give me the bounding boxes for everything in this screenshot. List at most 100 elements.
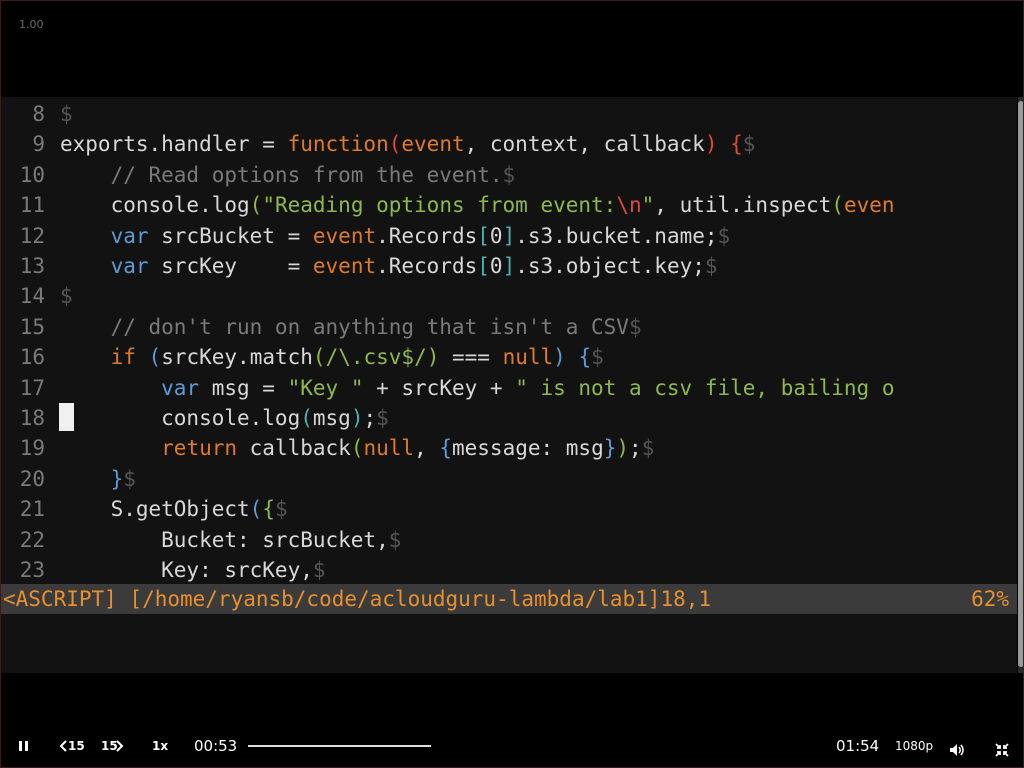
code-token: ]: [502, 254, 516, 278]
eol-marker: $: [312, 558, 326, 582]
text-cursor: [59, 403, 74, 431]
code-token: (: [350, 436, 364, 461]
line-number: 10: [19, 162, 45, 187]
terminal-scrollbar[interactable]: [1018, 97, 1023, 673]
code-token: ): [350, 406, 364, 430]
line-source: $: [60, 284, 73, 308]
code-token: {: [262, 497, 275, 522]
line-number: 20: [19, 466, 45, 491]
eol-marker: $: [591, 345, 604, 370]
code-token: msg: [312, 406, 351, 430]
pause-icon[interactable]: [19, 741, 29, 751]
code-token: function: [287, 132, 389, 157]
line-source: var srcBucket = event.Records[0].s3.buck…: [60, 223, 731, 248]
volume-icon[interactable]: [949, 739, 965, 761]
line-source: Key: srcKey,$: [60, 558, 326, 582]
line-number: 13: [19, 254, 45, 278]
code-token: .Records: [376, 223, 478, 248]
quality-button[interactable]: 1080p: [895, 735, 933, 757]
code-line: 20 }$: [1, 464, 1017, 494]
code-line: 12 var srcBucket = event.Records[0].s3.b…: [1, 221, 1017, 251]
eol-marker: $: [704, 254, 718, 278]
code-line: 14 $: [1, 281, 1017, 311]
code-token: (: [312, 345, 326, 370]
total-time: 01:54: [836, 737, 880, 755]
line-number: 16: [19, 345, 45, 370]
rewind-label: 15: [68, 739, 85, 753]
eol-marker: $: [717, 223, 731, 248]
line-number: 8: [32, 102, 45, 126]
code-token: ): [704, 132, 718, 157]
code-token: + srcKey +: [363, 375, 516, 400]
line-source: $: [60, 102, 73, 126]
code-token: }: [603, 436, 617, 461]
line-number: 17: [19, 375, 45, 400]
line-source: console.log("Reading options from event:…: [60, 193, 895, 217]
code-line: 15 // don't run on anything that isn't a…: [1, 312, 1017, 342]
line-number: 21: [19, 497, 45, 522]
code-token: Key: srcKey,: [60, 558, 313, 582]
rewind-15-icon: [59, 740, 67, 752]
code-token: ;: [363, 406, 377, 430]
code-token: .Records: [376, 254, 478, 278]
code-token: (: [300, 406, 313, 430]
statusline-percent: 62%: [971, 587, 1009, 611]
code-token: , context, callback: [464, 132, 705, 157]
code-token: {: [439, 436, 452, 461]
code-token: [: [477, 254, 490, 278]
code-token: // don't run on anything that isn't a CS…: [60, 314, 629, 339]
code-token: console.log: [60, 406, 301, 430]
code-token: srcBucket =: [148, 223, 313, 248]
playback-speed-button[interactable]: 1x: [152, 735, 168, 757]
code-token: "Key ": [287, 375, 364, 400]
code-token: (: [831, 193, 844, 218]
code-token: ;: [629, 436, 642, 461]
eol-marker: $: [742, 132, 756, 157]
line-source: Bucket: srcBucket,$: [60, 528, 401, 552]
code-token: [: [477, 223, 490, 248]
eol-marker: $: [123, 466, 136, 491]
code-token: (: [249, 497, 263, 522]
code-token: " is not a csv file, bailing o: [515, 375, 895, 400]
code-token: Bucket: srcBucket,: [60, 527, 389, 552]
code-token: console.log: [60, 193, 250, 218]
code-token: 0: [489, 223, 503, 248]
code-line: 8 $: [1, 99, 1017, 129]
code-token: ): [553, 345, 566, 370]
scrollbar-thumb[interactable]: [1018, 101, 1023, 667]
code-token: .s3.object.key;: [515, 254, 705, 278]
progress-fill: [248, 745, 431, 747]
code-token: ): [616, 436, 630, 461]
progress-bar[interactable]: [248, 745, 431, 747]
code-token: event: [312, 223, 377, 248]
line-number: 22: [19, 527, 45, 552]
code-token: // Read options from the event.: [60, 162, 503, 187]
code-token: callback: [237, 436, 351, 461]
eol-marker: $: [641, 436, 655, 461]
code-token: }: [110, 466, 124, 491]
code-token: var: [110, 223, 149, 248]
player-controls: 15 15 1x 00:53 01:54 1080p: [1, 725, 1023, 767]
line-source: console.log(msg);$: [60, 406, 389, 430]
eol-marker: $: [60, 284, 73, 309]
code-token: ===: [439, 345, 503, 370]
forward-15-icon: [116, 740, 124, 752]
code-line: 18 console.log(msg);$: [1, 403, 1017, 433]
line-source: S.getObject({$: [60, 497, 288, 521]
code-token: exports.handler =: [60, 132, 288, 157]
code-line: 10 // Read options from the event.$: [1, 160, 1017, 190]
code-line: 13 var srcKey = event.Records[0].s3.obje…: [1, 251, 1017, 281]
code-token: S.getObject: [60, 497, 250, 522]
video-player: 1.00 8 $9 exports.handler = function(event…: [0, 0, 1024, 768]
exit-fullscreen-icon[interactable]: [995, 739, 1009, 761]
code-token: return: [161, 436, 238, 461]
eol-marker: $: [388, 527, 402, 552]
line-number: 19: [19, 436, 45, 461]
code-token: 0: [489, 254, 503, 278]
line-number: 12: [19, 223, 45, 248]
code-line: 11 console.log("Reading options from eve…: [1, 190, 1017, 220]
line-source: exports.handler = function(event, contex…: [60, 132, 755, 156]
